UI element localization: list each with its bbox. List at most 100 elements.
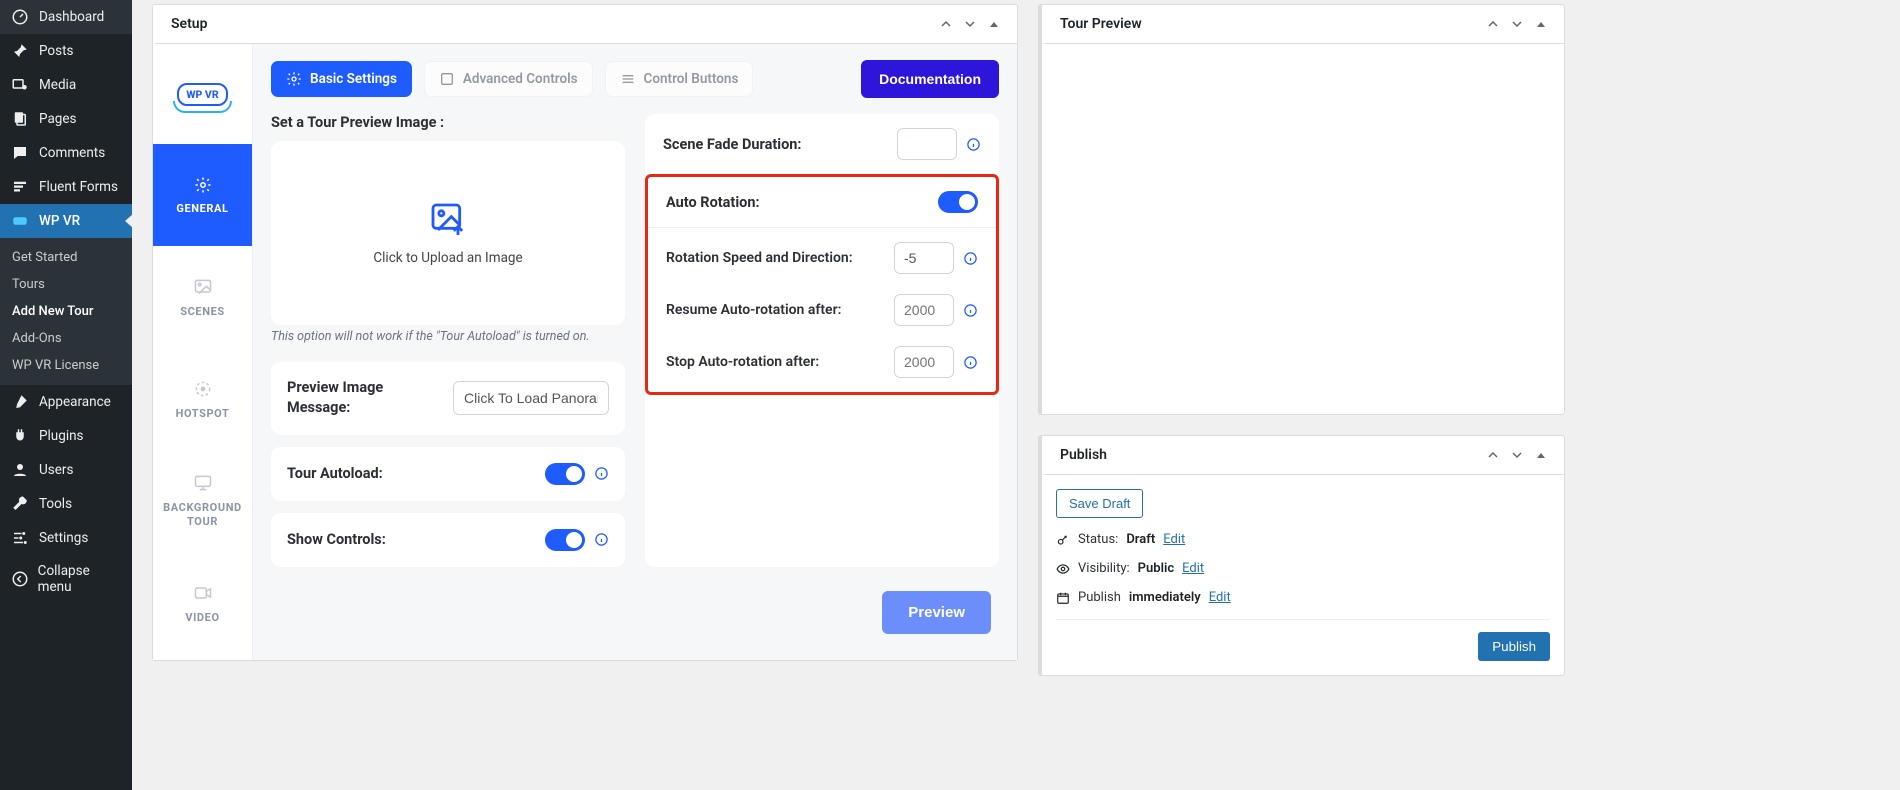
sidebar-item-settings[interactable]: Settings — [0, 521, 132, 555]
sidebar-item-media[interactable]: Media — [0, 68, 132, 102]
sidebar-item-collapse[interactable]: Collapse menu — [0, 555, 132, 603]
preview-message-card: Preview Image Message: — [271, 362, 625, 435]
sidebar-item-plugins[interactable]: Plugins — [0, 419, 132, 453]
publish-date-edit-link[interactable]: Edit — [1209, 590, 1231, 605]
scene-fade-input[interactable] — [897, 128, 957, 160]
rotation-speed-input[interactable] — [894, 242, 954, 274]
publish-title: Publish — [1060, 447, 1107, 463]
target-icon — [193, 379, 213, 399]
sidebar-label: Users — [39, 462, 73, 478]
sidebar-item-users[interactable]: Users — [0, 453, 132, 487]
tab-hotspot[interactable]: HOTSPOT — [153, 348, 252, 450]
panel-triangle-up-icon[interactable] — [985, 15, 1003, 33]
wrench-icon — [11, 495, 31, 513]
sidebar-label: Tools — [39, 496, 72, 512]
tab-general[interactable]: GENERAL — [153, 144, 252, 246]
gear-icon — [194, 176, 212, 194]
sidebar-item-dashboard[interactable]: Dashboard — [0, 0, 132, 34]
panel-caret-up-icon[interactable] — [1484, 15, 1502, 33]
documentation-button[interactable]: Documentation — [861, 60, 999, 98]
comment-icon — [11, 144, 31, 162]
publish-button[interactable]: Publish — [1478, 632, 1550, 661]
sidebar-label: Appearance — [39, 394, 111, 410]
tab-scenes[interactable]: SCENES — [153, 246, 252, 348]
sidebar-label: Dashboard — [39, 9, 104, 25]
tab-label: BACKGROUND TOUR — [153, 501, 252, 530]
resume-rotation-row: Resume Auto-rotation after: — [648, 284, 996, 336]
submenu-get-started[interactable]: Get Started — [0, 244, 132, 271]
autoload-hint: This option will not work if the "Tour A… — [271, 329, 625, 344]
sidebar-label: Collapse menu — [38, 563, 121, 595]
sidebar-label: Settings — [39, 530, 88, 546]
pill-advanced-controls[interactable]: Advanced Controls — [424, 61, 593, 97]
submenu-addons[interactable]: Add-Ons — [0, 325, 132, 352]
pill-basic-settings[interactable]: Basic Settings — [271, 61, 412, 97]
info-icon[interactable] — [593, 466, 609, 482]
forms-icon — [11, 178, 31, 196]
pages-icon — [11, 110, 31, 128]
plug-icon — [11, 427, 31, 445]
sidebar-label: Comments — [39, 145, 105, 161]
panel-caret-down-icon[interactable] — [1508, 15, 1526, 33]
puzzle-icon — [439, 71, 455, 87]
publish-heading: Publish — [1042, 436, 1564, 475]
calendar-icon — [1056, 591, 1070, 605]
tour-preview-panel: Tour Preview — [1038, 4, 1565, 415]
save-draft-button[interactable]: Save Draft — [1056, 489, 1143, 518]
auto-rotation-toggle[interactable] — [938, 191, 978, 213]
sidebar-item-pages[interactable]: Pages — [0, 102, 132, 136]
status-edit-link[interactable]: Edit — [1163, 532, 1185, 547]
sidebar-item-posts[interactable]: Posts — [0, 34, 132, 68]
stop-rotation-input[interactable] — [894, 346, 954, 378]
visibility-value: Public — [1138, 561, 1174, 576]
panel-caret-up-icon[interactable] — [937, 15, 955, 33]
preview-button[interactable]: Preview — [882, 591, 991, 634]
show-controls-toggle[interactable] — [545, 529, 585, 551]
status-value: Draft — [1126, 532, 1155, 547]
visibility-edit-link[interactable]: Edit — [1182, 561, 1204, 576]
auto-rotation-label: Auto Rotation: — [666, 194, 760, 211]
sidebar-label: Plugins — [39, 428, 84, 444]
user-icon — [11, 461, 31, 479]
sidebar-label: WP VR — [39, 213, 80, 229]
panel-triangle-up-icon[interactable] — [1532, 446, 1550, 464]
publish-date-label: Publish — [1078, 590, 1121, 605]
sidebar-item-comments[interactable]: Comments — [0, 136, 132, 170]
panel-caret-down-icon[interactable] — [1508, 446, 1526, 464]
sidebar-item-tools[interactable]: Tools — [0, 487, 132, 521]
tour-autoload-toggle[interactable] — [545, 463, 585, 485]
sidebar-label: Fluent Forms — [39, 179, 118, 195]
resume-rotation-input[interactable] — [894, 294, 954, 326]
pill-control-buttons[interactable]: Control Buttons — [605, 61, 754, 97]
tab-label: HOTSPOT — [176, 407, 230, 420]
sidebar-item-fluent-forms[interactable]: Fluent Forms — [0, 170, 132, 204]
submenu-wpvr-license[interactable]: WP VR License — [0, 352, 132, 379]
panel-caret-down-icon[interactable] — [961, 15, 979, 33]
info-icon[interactable] — [962, 302, 978, 318]
rotation-speed-row: Rotation Speed and Direction: — [648, 228, 996, 284]
preview-message-input[interactable] — [453, 381, 609, 415]
sidebar-label: Posts — [39, 43, 73, 59]
tab-video[interactable]: VIDEO — [153, 552, 252, 654]
upload-image-box[interactable]: Click to Upload an Image — [271, 141, 625, 325]
pin-icon — [11, 42, 31, 60]
scene-fade-row: Scene Fade Duration: — [645, 114, 999, 174]
setup-panel-title: Setup — [171, 16, 207, 32]
submenu-tours[interactable]: Tours — [0, 271, 132, 298]
gear-icon — [286, 71, 302, 87]
tab-background-tour[interactable]: BACKGROUND TOUR — [153, 450, 252, 552]
panel-triangle-up-icon[interactable] — [1532, 15, 1550, 33]
info-icon[interactable] — [965, 136, 981, 152]
admin-sidebar: Dashboard Posts Media Pages Comments Flu… — [0, 0, 132, 790]
info-icon[interactable] — [962, 250, 978, 266]
panel-caret-up-icon[interactable] — [1484, 446, 1502, 464]
tour-autoload-label: Tour Autoload: — [287, 465, 383, 482]
show-controls-card: Show Controls: — [271, 513, 625, 567]
sidebar-item-wpvr[interactable]: WP VR — [0, 204, 132, 238]
submenu-add-new-tour[interactable]: Add New Tour — [0, 298, 132, 325]
sidebar-item-appearance[interactable]: Appearance — [0, 385, 132, 419]
info-icon[interactable] — [962, 354, 978, 370]
tab-label: SCENES — [180, 305, 224, 318]
info-icon[interactable] — [593, 532, 609, 548]
auto-rotation-highlight: Auto Rotation: Rotation Speed and Direct… — [645, 174, 999, 395]
